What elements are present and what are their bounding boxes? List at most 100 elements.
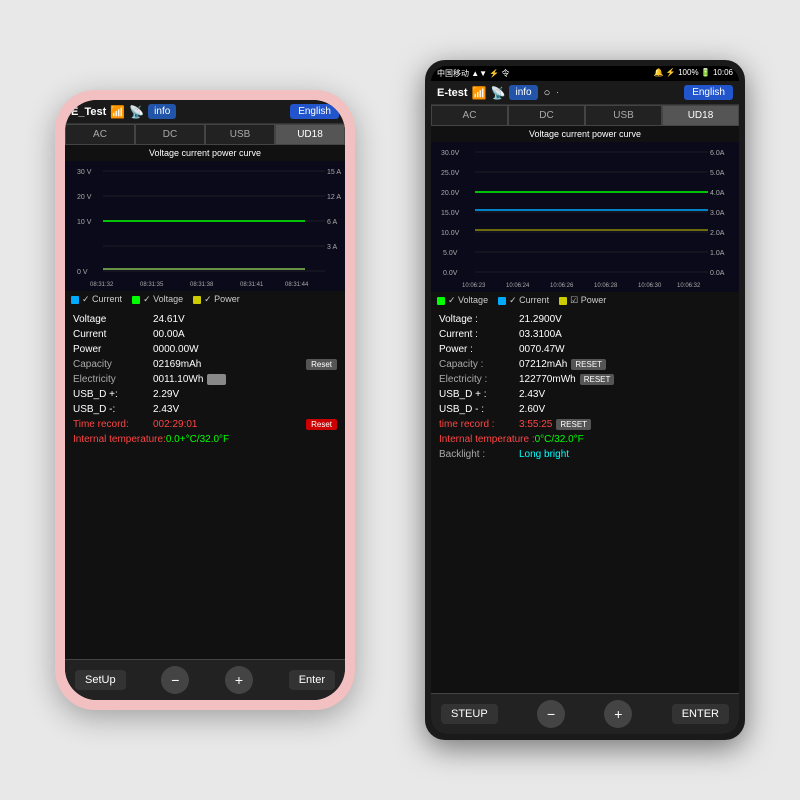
- left-usbd-plus-row: USB_D +: 2.29V: [73, 387, 337, 402]
- svg-text:25.0V: 25.0V: [441, 170, 460, 177]
- left-capacity-reset[interactable]: Reset: [306, 359, 337, 370]
- right-time-row: time record : 3:55:25 RESET: [439, 417, 731, 432]
- power-dot: [193, 296, 201, 304]
- right-voltage-label: Voltage :: [439, 314, 519, 325]
- right-current-row: Current : 03.3100A: [439, 327, 731, 342]
- right-usbd-minus-row: USB_D - : 2.60V: [439, 402, 731, 417]
- right-info-tab[interactable]: info: [509, 85, 537, 100]
- left-current-value: 00.00A: [153, 329, 185, 340]
- left-usbd-plus-value: 2.29V: [153, 389, 179, 400]
- right-capacity-value: 07212mAh: [519, 359, 567, 370]
- svg-text:30.0V: 30.0V: [441, 150, 460, 157]
- svg-text:6.0A: 6.0A: [710, 150, 725, 157]
- right-electricity-reset[interactable]: RESET: [580, 374, 615, 385]
- right-temp-label: Internal temperature :: [439, 434, 535, 445]
- right-tab-bar: AC DC USB UD18: [431, 105, 739, 126]
- right-voltage-value: 21.2900V: [519, 314, 562, 325]
- left-minus-btn[interactable]: −: [161, 666, 189, 694]
- right-bt-icon: 📶: [472, 86, 487, 100]
- svg-text:2.0A: 2.0A: [710, 230, 725, 237]
- right-capacity-label: Capacity :: [439, 359, 519, 370]
- svg-text:15.0V: 15.0V: [441, 210, 460, 217]
- left-legend-current: ✓ Current: [71, 294, 122, 305]
- right-tab-usb[interactable]: USB: [585, 105, 662, 126]
- left-time-row: Time record: 002:29:01 Reset: [73, 417, 337, 432]
- left-tab-bar: AC DC USB UD18: [65, 124, 345, 145]
- right-backlight-label: Backlight :: [439, 449, 519, 460]
- right-tab-dc[interactable]: DC: [508, 105, 585, 126]
- right-minus-btn[interactable]: −: [537, 700, 565, 728]
- right-usbd-plus-row: USB_D + : 2.43V: [439, 387, 731, 402]
- left-time-value: 002:29:01: [153, 419, 198, 430]
- left-screen: E_Test 📶 📡 info English AC DC USB UD18 V…: [65, 100, 345, 700]
- left-usbd-minus-value: 2.43V: [153, 404, 179, 415]
- svg-text:08:31:32: 08:31:32: [90, 282, 114, 288]
- left-english-btn[interactable]: English: [290, 104, 339, 119]
- left-tab-usb[interactable]: USB: [205, 124, 275, 145]
- svg-text:4.0A: 4.0A: [710, 190, 725, 197]
- svg-text:0 V: 0 V: [77, 269, 88, 276]
- left-bottom-bar: SetUp − + Enter: [65, 659, 345, 700]
- right-time-reset[interactable]: RESET: [556, 419, 591, 430]
- right-app-header: E-test 📶 📡 info ○ · English: [431, 81, 739, 105]
- svg-text:10:06:23: 10:06:23: [462, 283, 486, 289]
- right-tab-ud18[interactable]: UD18: [662, 105, 739, 126]
- left-chart-title: Voltage current power curve: [65, 145, 345, 161]
- svg-text:6 A: 6 A: [327, 219, 337, 226]
- left-electricity-value: 0011.10Wh: [153, 374, 203, 385]
- right-capacity-row: Capacity : 07212mAh RESET: [439, 357, 731, 372]
- left-info-tab[interactable]: info: [148, 104, 176, 119]
- left-app-header: E_Test 📶 📡 info English: [65, 100, 345, 124]
- scene: E_Test 📶 📡 info English AC DC USB UD18 V…: [0, 0, 800, 800]
- svg-text:10.0V: 10.0V: [441, 230, 460, 237]
- right-current-legend-label: ✓ Current: [509, 295, 549, 306]
- right-chart-svg: 30.0V 25.0V 20.0V 15.0V 10.0V 5.0V 0.0V …: [431, 142, 739, 292]
- left-power-value: 0000.00W: [153, 344, 199, 355]
- right-power-label: Power :: [439, 344, 519, 355]
- left-current-label: Current: [73, 329, 153, 340]
- svg-text:10:06:32: 10:06:32: [677, 283, 701, 289]
- left-usbd-minus-label: USB_D -:: [73, 404, 153, 415]
- svg-text:10:06:30: 10:06:30: [638, 283, 662, 289]
- right-plus-btn[interactable]: +: [604, 700, 632, 728]
- left-legend: ✓ Current ✓ Voltage ✓ Power: [65, 291, 345, 308]
- left-tab-ud18[interactable]: UD18: [275, 124, 345, 145]
- right-backlight-value: Long bright: [519, 449, 569, 460]
- right-power-value: 0070.47W: [519, 344, 565, 355]
- left-power-label: Power: [73, 344, 153, 355]
- left-data-section: Voltage 24.61V Current 00.00A Power 0000…: [65, 308, 345, 659]
- voltage-label: ✓ Voltage: [143, 294, 183, 305]
- right-power-row: Power : 0070.47W: [439, 342, 731, 357]
- current-label: ✓ Current: [82, 294, 122, 305]
- right-status-bar: 中国移动 ▲▼ ⚡ 令 🔔 ⚡ 100% 🔋 10:06: [431, 66, 739, 81]
- right-enter-btn[interactable]: ENTER: [672, 704, 729, 724]
- left-time-reset[interactable]: Reset: [306, 419, 337, 430]
- svg-text:5.0A: 5.0A: [710, 170, 725, 177]
- left-tab-ac[interactable]: AC: [65, 124, 135, 145]
- left-voltage-value: 24.61V: [153, 314, 185, 325]
- left-plus-btn[interactable]: +: [225, 666, 253, 694]
- right-temp-value: 0°C/32.0°F: [535, 434, 584, 445]
- right-tab-ac[interactable]: AC: [431, 105, 508, 126]
- right-english-btn[interactable]: English: [684, 85, 733, 100]
- svg-text:3.0A: 3.0A: [710, 210, 725, 217]
- right-power-dot: [559, 297, 567, 305]
- current-dot: [71, 296, 79, 304]
- left-temp-row: Internal temperature: 0.0+°C/32.0°F: [73, 432, 337, 447]
- left-usbd-plus-label: USB_D +:: [73, 389, 153, 400]
- left-capacity-value: 02169mAh: [153, 359, 201, 370]
- left-setup-btn[interactable]: SetUp: [75, 670, 126, 690]
- left-time-label: Time record:: [73, 419, 153, 430]
- right-setup-btn[interactable]: STEUP: [441, 704, 498, 724]
- right-capacity-reset1[interactable]: RESET: [571, 359, 606, 370]
- right-legend-power: ☑ Power: [559, 295, 606, 306]
- right-status-right: 🔔 ⚡ 100% 🔋 10:06: [654, 68, 733, 79]
- left-enter-btn[interactable]: Enter: [289, 670, 335, 690]
- right-data-section: Voltage : 21.2900V Current : 03.3100A Po…: [431, 309, 739, 693]
- svg-text:15 A: 15 A: [327, 169, 341, 176]
- left-phone: E_Test 📶 📡 info English AC DC USB UD18 V…: [55, 90, 355, 710]
- left-electricity-label: Electricity: [73, 374, 153, 385]
- left-tab-dc[interactable]: DC: [135, 124, 205, 145]
- svg-text:30 V: 30 V: [77, 169, 92, 176]
- left-voltage-label: Voltage: [73, 314, 153, 325]
